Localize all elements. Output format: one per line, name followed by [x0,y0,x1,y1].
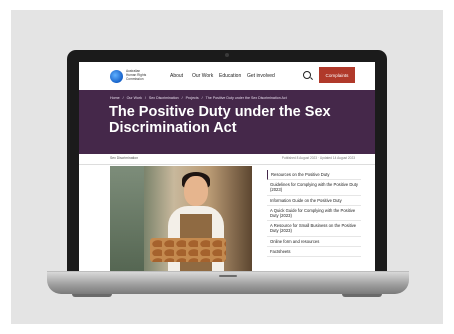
search-icon[interactable] [303,71,311,79]
breadcrumb-current: The Positive Duty under the Sex Discrimi… [205,96,287,100]
sidebar-item-information-guide[interactable]: Information Guide on the Positive Duty [267,196,361,206]
sidebar-item-factsheets[interactable]: Factsheets [267,247,361,258]
page-title: The Positive Duty under the Sex Discrimi… [109,104,331,136]
site-header: Australian Human Rights Commission About… [79,62,375,90]
breadcrumb-sex-discrimination[interactable]: Sex Discrimination [149,96,179,100]
breadcrumb-projects[interactable]: Projects [186,96,199,100]
laptop-base [47,272,409,294]
commission-logo-icon[interactable] [110,70,123,83]
breadcrumb-separator: / [201,96,203,100]
laptop-foot [72,294,112,297]
sidebar-item-resources[interactable]: Resources on the Positive Duty [267,170,361,181]
breadcrumb-separator: / [122,96,124,100]
baker-photo [110,166,252,272]
breadcrumb-home[interactable]: Home [110,96,120,100]
complaints-button[interactable]: Complaints [319,67,355,83]
sidebar-item-quick-guide[interactable]: A Quick Guide for Complying with the Pos… [267,206,361,222]
laptop-screen: Australian Human Rights Commission About… [79,62,375,272]
breadcrumb-separator: / [144,96,146,100]
meta-row: Sex Discrimination Published 8 August 20… [79,154,375,165]
logo-text: Australian Human Rights Commission [126,69,147,81]
topic-tag[interactable]: Sex Discrimination [110,156,138,160]
sidebar-item-small-business[interactable]: A Resource for Small Business on the Pos… [267,221,361,237]
photo-bread-tray [150,238,226,262]
published-date: Published 8 August 2023 · Updated 14 Aug… [281,156,355,160]
breadcrumb-separator: / [181,96,183,100]
nav-our-work[interactable]: Our Work [192,73,213,79]
laptop-foot [342,294,382,297]
photo-person-head [184,176,208,206]
sidebar-item-guidelines[interactable]: Guidelines for Complying with the Positi… [267,180,361,196]
photo-window [110,166,144,272]
sidebar-item-online-form[interactable]: Online form and resources [267,237,361,247]
breadcrumb: Home / Our Work / Sex Discrimination / P… [110,96,289,100]
breadcrumb-our-work[interactable]: Our Work [127,96,142,100]
nav-education[interactable]: Education [219,73,241,79]
camera-icon [225,53,229,57]
laptop-notch [219,275,237,277]
laptop-lid: Australian Human Rights Commission About… [67,50,387,272]
nav-about[interactable]: About [170,73,183,79]
nav-get-involved[interactable]: Get involved [247,73,275,79]
resources-sidebar: Resources on the Positive Duty Guideline… [267,170,361,258]
hero-banner: Home / Our Work / Sex Discrimination / P… [79,90,375,154]
